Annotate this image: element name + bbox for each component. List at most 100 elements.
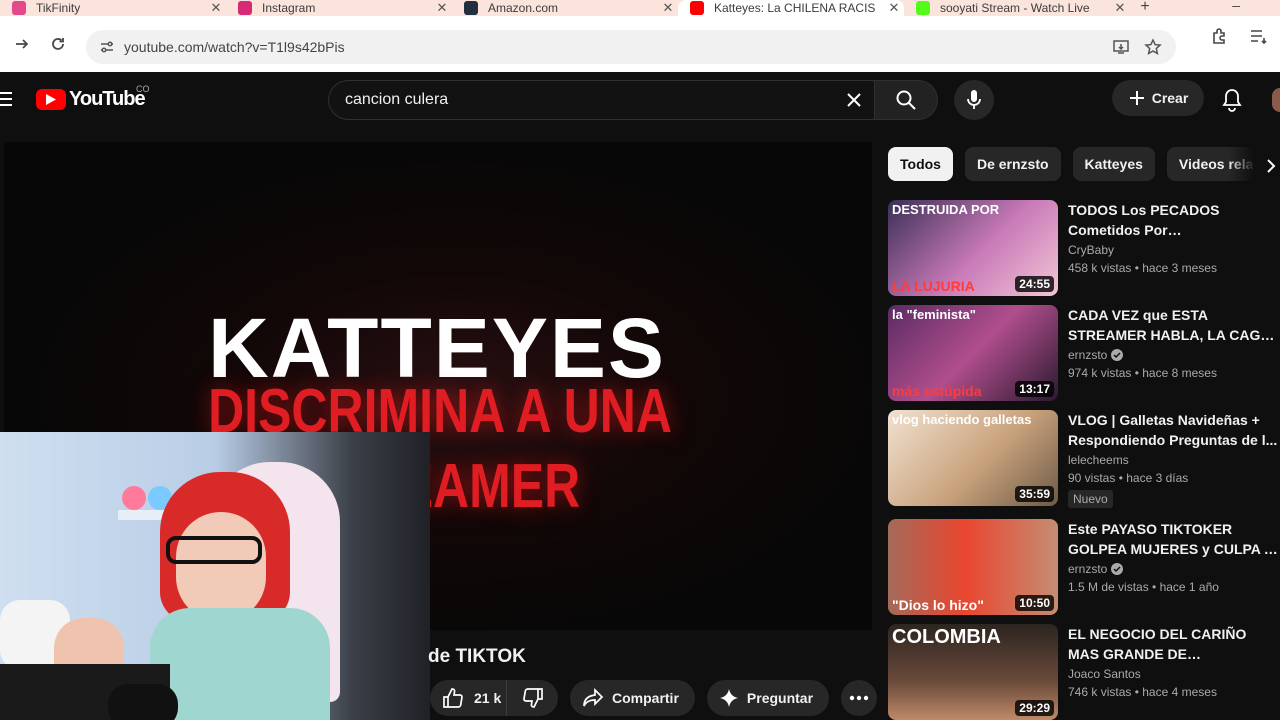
recommended-video[interactable]: "Dios lo hizo" 10:50 Este PAYASO TIKTOKER … xyxy=(888,519,1280,615)
browser-tab[interactable]: Katteyes: La CHILENA RACIS ✕ xyxy=(678,0,904,16)
tab-favicon-icon xyxy=(690,1,704,15)
site-info-icon[interactable] xyxy=(94,34,120,60)
extensions-icon[interactable] xyxy=(1210,26,1230,46)
recommended-video[interactable]: vlog haciendo galletas 35:59 VLOG | Gallet… xyxy=(888,410,1280,508)
recommended-title[interactable]: EL NEGOCIO DEL CARIÑO MAS GRANDE DE LATI… xyxy=(1068,624,1278,664)
view-stats: 90 vistas • hace 3 días xyxy=(1068,471,1189,485)
video-meta: TODOS Los PECADOS Cometidos Por ARIGAMEP… xyxy=(1068,200,1278,275)
video-title: de TIKTOK xyxy=(428,646,526,667)
tab-close-icon[interactable]: ✕ xyxy=(884,0,904,16)
browser-tab[interactable]: sooyati Stream - Watch Live ✕ xyxy=(904,0,1130,16)
browser-tab[interactable]: Amazon.com ✕ xyxy=(452,0,678,16)
channel-name[interactable]: lelecheems xyxy=(1068,453,1129,467)
tab-favicon-icon xyxy=(12,1,26,15)
reload-button[interactable] xyxy=(40,26,76,62)
thumbnail-caption: "Dios lo hizo" xyxy=(892,597,984,613)
url-text[interactable]: youtube.com/watch?v=T1l9s42bPis xyxy=(124,39,1112,55)
video-meta: Este PAYASO TIKTOKER GOLPEA MUJERES y CU… xyxy=(1068,519,1278,594)
recommended-video[interactable]: COLOMBIA 29:29 EL NEGOCIO DEL CARIÑO MAS G… xyxy=(888,624,1280,720)
install-app-icon[interactable] xyxy=(1112,38,1130,56)
notifications-button[interactable] xyxy=(1218,86,1246,114)
channel-name[interactable]: ernzsto xyxy=(1068,348,1107,362)
channel-name[interactable]: CryBaby xyxy=(1068,243,1114,257)
recommended-video[interactable]: la "feminista" más estúpida 13:17 CADA VEZ … xyxy=(888,305,1280,401)
webcam-overlay xyxy=(0,432,430,720)
share-button[interactable]: Compartir xyxy=(570,680,695,716)
thumbnail-caption: DESTRUIDA POR xyxy=(892,202,1000,217)
browser-tab[interactable]: Instagram ✕ xyxy=(226,0,452,16)
video-thumbnail[interactable]: "Dios lo hizo" 10:50 xyxy=(888,519,1058,615)
search-button[interactable] xyxy=(874,80,938,120)
duration-badge: 10:50 xyxy=(1015,595,1054,611)
tab-label: Amazon.com xyxy=(488,1,559,15)
face-shape xyxy=(176,512,266,622)
clear-search-button[interactable] xyxy=(834,80,874,120)
video-thumbnail[interactable]: DESTRUIDA POR LA LUJURIA 24:55 xyxy=(888,200,1058,296)
video-meta: CADA VEZ que ESTA STREAMER HABLA, LA CAG… xyxy=(1068,305,1278,380)
like-button[interactable]: 21 k xyxy=(430,680,506,716)
microphone-shape xyxy=(108,684,178,720)
chips-next-button[interactable] xyxy=(1262,154,1280,178)
voice-search-button[interactable] xyxy=(954,80,994,120)
recommended-title[interactable]: TODOS Los PECADOS Cometidos Por ARIGAMEP… xyxy=(1068,200,1278,240)
forward-button[interactable] xyxy=(4,26,40,62)
thumbnail-caption: más estúpida xyxy=(892,383,982,399)
forward-arrow-icon xyxy=(16,39,29,49)
verified-check-icon xyxy=(1111,563,1124,575)
like-dislike-group: 21 k xyxy=(430,680,558,716)
chevron-right-icon xyxy=(1267,159,1276,173)
menu-icon[interactable] xyxy=(0,92,12,110)
tab-close-icon[interactable]: ✕ xyxy=(432,0,452,16)
sparkle-icon xyxy=(719,689,738,707)
browser-tab[interactable]: TikFinity ✕ xyxy=(0,0,226,16)
tab-close-icon[interactable]: ✕ xyxy=(658,0,678,16)
ask-button[interactable]: Preguntar xyxy=(706,680,830,716)
view-stats: 746 k vistas • hace 4 meses xyxy=(1068,685,1217,699)
dislike-button[interactable] xyxy=(506,680,558,716)
reading-list-icon[interactable] xyxy=(1248,26,1268,46)
recommended-video[interactable]: DESTRUIDA POR LA LUJURIA 24:55 TODOS Los PE… xyxy=(888,200,1280,296)
filter-chip[interactable]: Todos xyxy=(888,147,953,181)
create-label: Crear xyxy=(1151,90,1189,106)
tab-close-icon[interactable]: ✕ xyxy=(206,0,226,16)
filter-chip[interactable]: Katteyes xyxy=(1072,147,1155,181)
recommended-title[interactable]: CADA VEZ que ESTA STREAMER HABLA, LA CAG… xyxy=(1068,305,1278,345)
minimize-window-button[interactable]: – xyxy=(1232,0,1240,12)
thumbnail-caption: la "feminista" xyxy=(892,307,976,322)
recommended-title[interactable]: VLOG | Galletas Navideñas + Respondiendo… xyxy=(1068,410,1278,450)
filter-chip[interactable]: De ernzsto xyxy=(964,147,1061,181)
video-actions: 21 k Compartir Preguntar xyxy=(430,680,878,716)
search-box[interactable]: cancion culera xyxy=(328,80,874,120)
address-bar[interactable]: youtube.com/watch?v=T1l9s42bPis xyxy=(86,30,1176,64)
thumbnail-caption: LA LUJURIA xyxy=(892,278,975,294)
channel-name[interactable]: Joaco Santos xyxy=(1068,667,1141,681)
more-actions-button[interactable] xyxy=(841,680,878,716)
duration-badge: 35:59 xyxy=(1015,486,1054,502)
tab-close-icon[interactable]: ✕ xyxy=(1110,0,1130,16)
video-thumbnail[interactable]: COLOMBIA 29:29 xyxy=(888,624,1058,720)
account-avatar[interactable] xyxy=(1272,88,1280,112)
video-meta: VLOG | Galletas Navideñas + Respondiendo… xyxy=(1068,410,1278,508)
duration-badge: 24:55 xyxy=(1015,276,1054,292)
youtube-logo[interactable]: YouTube CO xyxy=(36,84,150,111)
recommended-title[interactable]: Este PAYASO TIKTOKER GOLPEA MUJERES y CU… xyxy=(1068,519,1278,559)
bell-icon xyxy=(1222,89,1242,112)
new-tab-button[interactable]: + xyxy=(1130,0,1160,15)
thumbnail-caption: COLOMBIA xyxy=(892,626,1001,648)
video-thumbnail[interactable]: vlog haciendo galletas 35:59 xyxy=(888,410,1058,506)
duration-badge: 13:17 xyxy=(1015,381,1054,397)
microphone-icon xyxy=(967,90,981,109)
channel-name[interactable]: ernzsto xyxy=(1068,562,1107,576)
filter-chip[interactable]: Videos relac xyxy=(1166,147,1255,181)
channel-row: CryBaby xyxy=(1068,243,1278,257)
video-thumbnail[interactable]: la "feminista" más estúpida 13:17 xyxy=(888,305,1058,401)
tab-label: Instagram xyxy=(262,1,316,15)
thumbs-down-icon xyxy=(522,688,543,708)
channel-row: ernzsto xyxy=(1068,348,1278,362)
country-code: CO xyxy=(136,84,150,94)
bookmark-star-icon[interactable] xyxy=(1144,38,1162,56)
create-button[interactable]: Crear xyxy=(1112,80,1204,116)
logo-text: YouTube xyxy=(69,88,146,110)
channel-row: ernzsto xyxy=(1068,562,1278,576)
search-input[interactable]: cancion culera xyxy=(345,91,834,109)
